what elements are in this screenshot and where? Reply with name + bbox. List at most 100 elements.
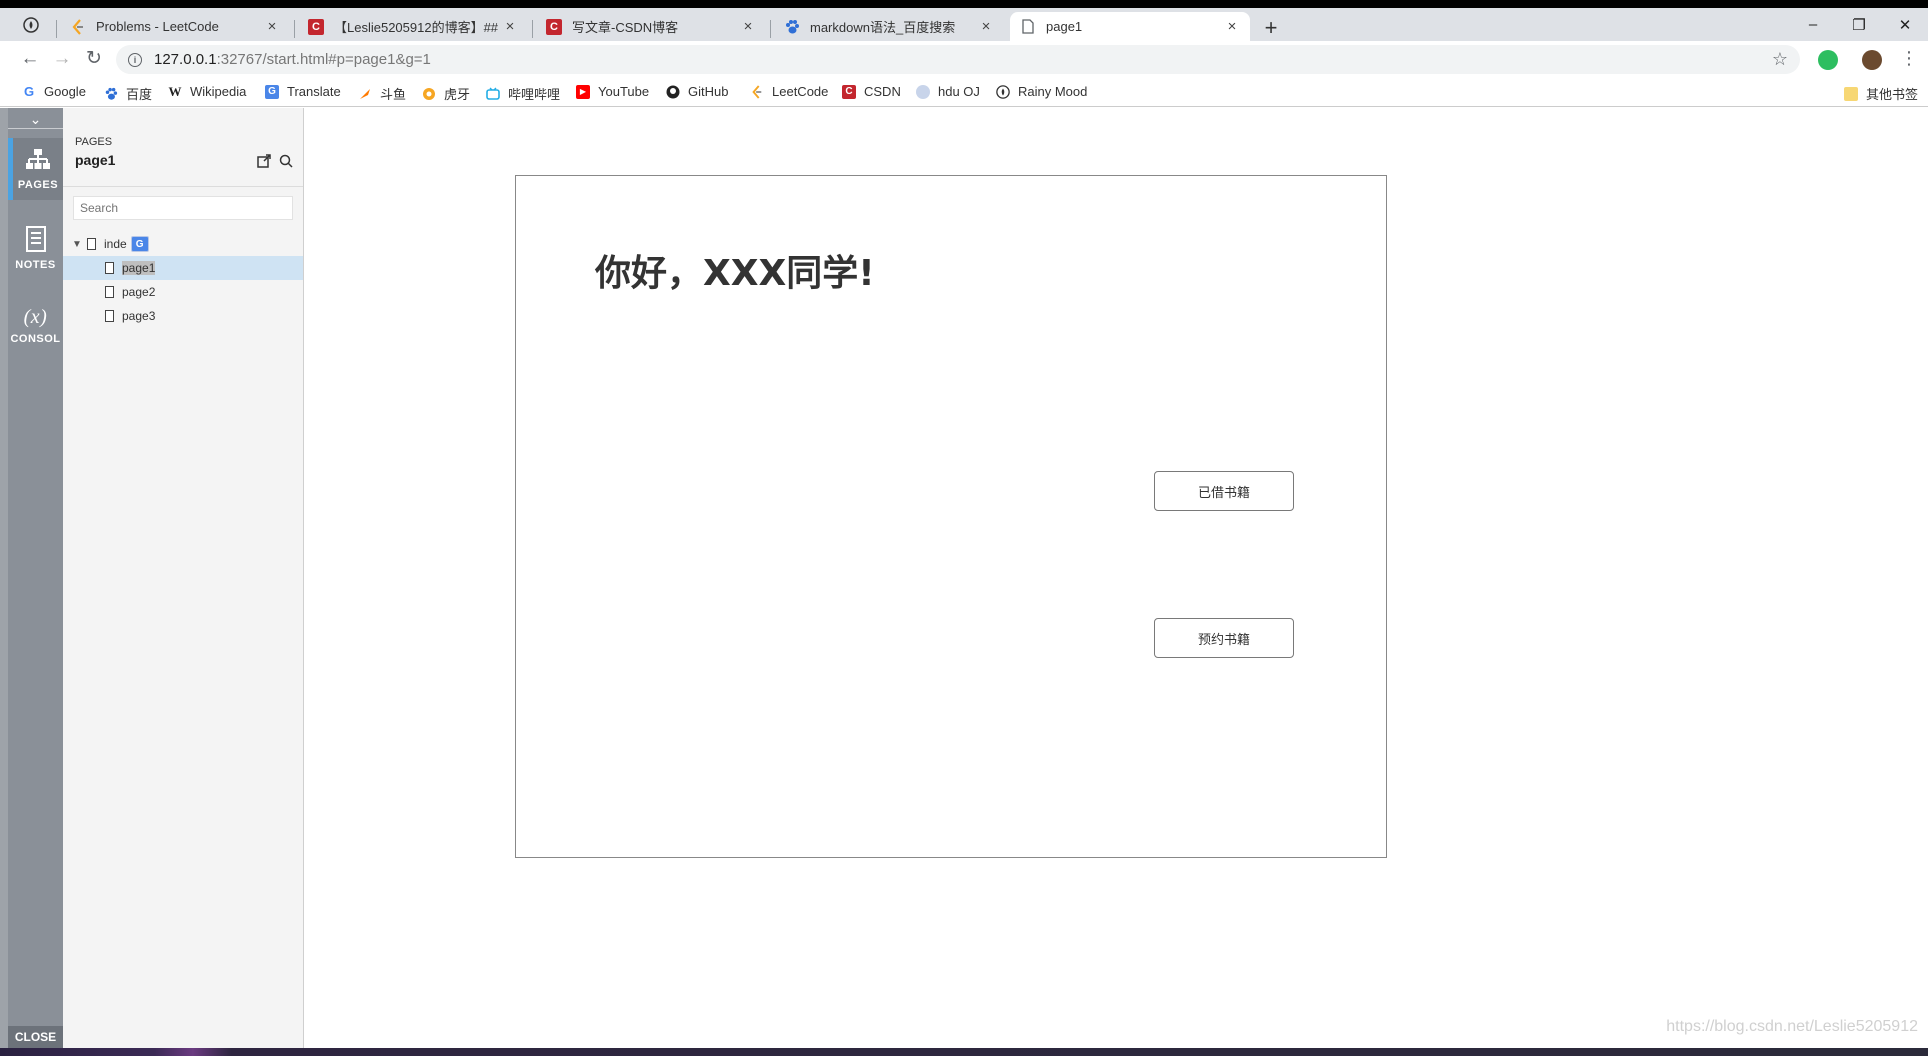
collapse-chevron-icon[interactable]: ⌄ (8, 111, 63, 129)
top-strip (0, 0, 1928, 8)
bookmark-huya[interactable]: 虎牙 (422, 84, 470, 103)
bookmark-translate[interactable]: G Translate (265, 84, 341, 99)
bilibili-icon (486, 87, 500, 101)
tab-close-icon[interactable]: × (978, 18, 994, 35)
nav-console[interactable]: (x) CONSOL (8, 300, 63, 360)
tree-item-label: page2 (122, 285, 156, 299)
huya-icon (422, 87, 436, 101)
tab-title: page1 (1046, 19, 1083, 34)
bookmark-csdn[interactable]: C CSDN (842, 84, 901, 99)
current-page-title: page1 (75, 152, 116, 168)
csdn-icon: C (546, 18, 562, 35)
page-icon (105, 262, 114, 274)
bookmark-label: CSDN (864, 84, 901, 99)
bookmark-baidu[interactable]: 百度 (104, 84, 152, 103)
tab-close-icon[interactable]: × (1224, 18, 1240, 35)
youtube-icon: ▶ (576, 84, 590, 99)
reload-button[interactable]: ↻ (82, 48, 106, 72)
new-tab-button[interactable]: + (1258, 16, 1284, 42)
tab-leetcode[interactable]: Problems - LeetCode × (60, 12, 290, 41)
bookmark-leetcode[interactable]: LeetCode (750, 84, 828, 99)
info-icon[interactable]: i (128, 52, 142, 67)
prototype-canvas: 你好，XXX同学! 已借书籍 预约书籍 https://blog.csdn.ne… (305, 108, 1928, 1048)
tab-page1[interactable]: page1 × (1010, 12, 1250, 41)
tree-item-label: inde (104, 237, 127, 251)
tree-item-label: page1 (122, 261, 156, 275)
github-icon (666, 85, 680, 99)
expand-caret-icon[interactable]: ▼ (71, 239, 83, 250)
close-sidebar-button[interactable]: CLOSE (8, 1026, 63, 1048)
bookmark-hdu-oj[interactable]: hdu OJ (916, 84, 980, 99)
bookmark-github[interactable]: GitHub (666, 84, 728, 99)
evernote-extension-icon[interactable] (1818, 50, 1838, 70)
bookmarks-bar: G Google 百度 W Wikipedia G Translate 斗鱼 虎牙 哔… (0, 78, 1928, 107)
os-taskbar-edge (0, 1048, 1928, 1056)
tab-title: 【Leslie5205912的博客】## - C (334, 20, 502, 35)
url-text: 127.0.0.1:32767/start.html#p=page1&g=1 (154, 51, 431, 68)
bookmark-label: Rainy Mood (1018, 84, 1088, 99)
tree-item-page1[interactable]: page1 (63, 256, 303, 280)
translate-icon: G (265, 84, 279, 99)
tab-baidu-search[interactable]: markdown语法_百度搜索 × (774, 12, 1004, 41)
tab-title: 写文章-CSDN博客 (572, 20, 679, 35)
google-icon: G (23, 84, 35, 99)
pages-search-input[interactable] (73, 196, 293, 220)
tab-csdn-blog[interactable]: C 【Leslie5205912的博客】## - C × (298, 12, 528, 41)
minimize-button[interactable]: – (1790, 16, 1836, 33)
rainy-mood-tab-icon[interactable] (20, 14, 42, 36)
url-input[interactable]: i 127.0.0.1:32767/start.html#p=page1&g=1… (116, 45, 1800, 74)
window-close-button[interactable]: ✕ (1882, 16, 1928, 34)
variable-icon: (x) (23, 306, 48, 328)
bookmark-wikipedia[interactable]: W Wikipedia (168, 83, 247, 100)
bookmark-label: Google (44, 84, 86, 99)
baidu-paw-icon (104, 87, 118, 101)
bookmark-douyu[interactable]: 斗鱼 (358, 84, 406, 103)
tab-separator (532, 20, 533, 38)
pages-panel: PAGES page1 ▼ inde G page1 page2 page3 (63, 108, 304, 1048)
bookmark-label: 哔哩哔哩 (508, 87, 561, 102)
tab-separator (770, 20, 771, 38)
bookmark-label: 斗鱼 (380, 87, 407, 102)
panel-actions (257, 154, 293, 171)
nav-notes[interactable]: NOTES (8, 218, 63, 278)
tree-item-label: page3 (122, 309, 156, 323)
tree-item-page3[interactable]: page3 (63, 304, 303, 328)
back-button[interactable]: ← (18, 48, 42, 72)
tree-item-page2[interactable]: page2 (63, 280, 303, 304)
tab-separator (56, 20, 57, 38)
tab-close-icon[interactable]: × (502, 18, 518, 35)
tab-close-icon[interactable]: × (740, 18, 756, 35)
translate-popup-icon[interactable]: G (130, 236, 149, 252)
bookmark-label: YouTube (598, 84, 650, 99)
bookmark-youtube[interactable]: ▶ YouTube (576, 84, 649, 99)
nav-pages[interactable]: PAGES (8, 138, 63, 200)
bookmark-label: GitHub (688, 84, 729, 99)
bookmark-star-icon[interactable]: ☆ (1772, 49, 1788, 70)
browser-menu-icon[interactable]: ⋮ (1900, 48, 1918, 69)
bookmark-rainy-mood[interactable]: Rainy Mood (996, 84, 1087, 99)
url-path: :32767/start.html#p=page1&g=1 (216, 51, 431, 68)
bookmark-label: hdu OJ (938, 84, 980, 99)
bookmark-google[interactable]: G Google (22, 84, 86, 99)
bookmark-label: 百度 (126, 87, 153, 102)
sitemap-icon (26, 149, 50, 169)
bookmark-bilibili[interactable]: 哔哩哔哩 (486, 84, 560, 103)
tab-csdn-write[interactable]: C 写文章-CSDN博客 × (536, 12, 766, 41)
tab-close-icon[interactable]: × (264, 18, 280, 35)
tree-item-index[interactable]: ▼ inde G (63, 232, 303, 256)
bookmark-label: 其他书签 (1866, 87, 1919, 102)
locate-page-icon[interactable] (279, 154, 293, 171)
douyu-icon (358, 87, 372, 101)
restore-button[interactable]: ❐ (1836, 16, 1882, 34)
wikipedia-icon: W (168, 83, 182, 99)
open-external-icon[interactable] (257, 154, 271, 171)
watermark: https://blog.csdn.net/Leslie5205912 (1666, 1018, 1918, 1035)
bookmark-other-folder[interactable]: 其他书签 (1844, 84, 1918, 103)
profile-avatar[interactable] (1862, 50, 1882, 70)
borrowed-books-button[interactable]: 已借书籍 (1154, 471, 1294, 511)
bookmark-label: Translate (287, 84, 341, 99)
notes-icon (25, 226, 46, 252)
reserve-books-button[interactable]: 预约书籍 (1154, 618, 1294, 658)
page-icon (105, 286, 114, 298)
forward-button[interactable]: → (50, 48, 74, 72)
